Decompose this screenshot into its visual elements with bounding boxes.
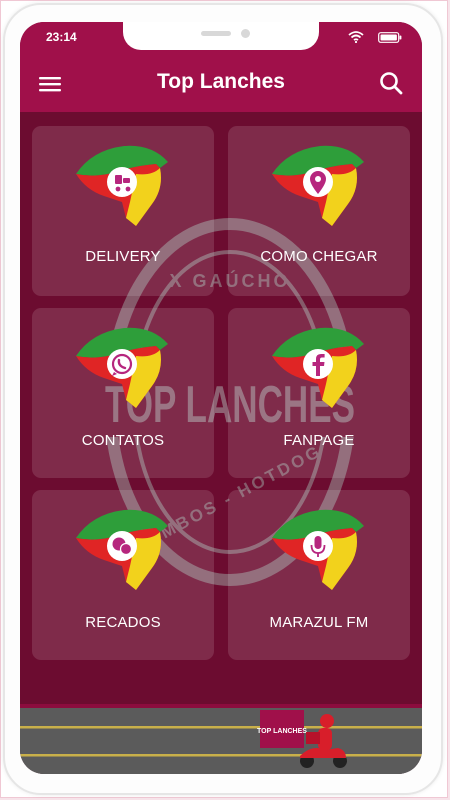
wifi-icon (348, 31, 364, 43)
app-screen: 23:14 Top Lanches X GAÚCHO TOP LANCHES C… (20, 22, 422, 774)
chat-bubbles-icon (76, 509, 168, 590)
status-time: 23:14 (46, 30, 77, 44)
tile-label: MARAZUL FM (269, 614, 369, 631)
phone-frame: 23:14 Top Lanches X GAÚCHO TOP LANCHES C… (3, 3, 443, 795)
app-bar: Top Lanches (20, 56, 422, 112)
status-bar: 23:14 (20, 22, 422, 56)
location-pin-icon (272, 145, 364, 226)
microphone-icon (272, 509, 364, 590)
tile-label: COMO CHEGAR (260, 248, 378, 265)
delivery-icon (76, 145, 168, 226)
status-icons (348, 31, 402, 43)
facebook-icon (272, 327, 364, 408)
tile-delivery[interactable]: DELIVERY (32, 126, 214, 296)
tile-label: CONTATOS (81, 432, 165, 449)
delivery-banner[interactable]: TOP LANCHES (20, 704, 422, 774)
whatsapp-icon (76, 327, 168, 408)
tile-label: DELIVERY (85, 248, 161, 265)
search-icon[interactable] (378, 70, 404, 96)
tile-label: FANPAGE (283, 432, 355, 449)
app-title: Top Lanches (157, 70, 285, 93)
speaker-grille (201, 31, 231, 36)
tile-como-chegar[interactable]: COMO CHEGAR (228, 126, 410, 296)
phone-notch (123, 22, 319, 50)
tile-marazul-fm[interactable]: MARAZUL FM (228, 490, 410, 660)
main-content: X GAÚCHO TOP LANCHES COMBOS - HOTDOG DEL… (20, 112, 422, 704)
tile-contatos[interactable]: CONTATOS (32, 308, 214, 478)
tile-fanpage[interactable]: FANPAGE (228, 308, 410, 478)
banner-logo-text: TOP LANCHES (257, 728, 307, 735)
battery-icon (378, 31, 402, 43)
tile-recados[interactable]: RECADOS (32, 490, 214, 660)
tile-label: RECADOS (85, 614, 161, 631)
front-camera (241, 29, 250, 38)
